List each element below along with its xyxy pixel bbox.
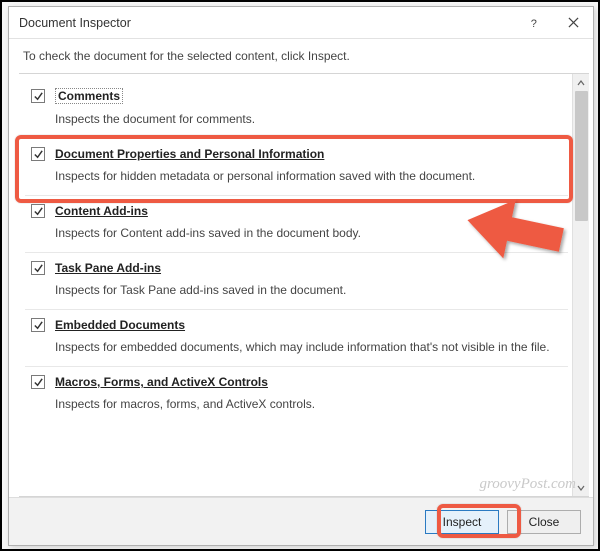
dialog-title: Document Inspector — [19, 16, 513, 30]
scroll-down-button[interactable] — [573, 479, 589, 496]
item-taskpane-addins: Task Pane Add-ins Inspects for Task Pane… — [25, 253, 568, 310]
item-content-addins: Content Add-ins Inspects for Content add… — [25, 196, 568, 253]
item-title: Macros, Forms, and ActiveX Controls — [55, 375, 268, 389]
item-desc: Inspects for hidden metadata or personal… — [55, 169, 562, 183]
document-inspector-dialog: Document Inspector ? To check the docume… — [8, 6, 594, 546]
close-window-button[interactable] — [553, 7, 593, 39]
titlebar: Document Inspector ? — [9, 7, 593, 39]
close-button[interactable]: Close — [507, 510, 581, 534]
item-doc-properties: Document Properties and Personal Informa… — [25, 139, 568, 196]
help-button[interactable]: ? — [513, 7, 553, 39]
item-comments: Comments Inspects the document for comme… — [25, 80, 568, 139]
inspect-button[interactable]: Inspect — [425, 510, 499, 534]
checkbox-doc-properties[interactable] — [31, 147, 45, 161]
checkbox-embedded-docs[interactable] — [31, 318, 45, 332]
item-macros: Macros, Forms, and ActiveX Controls Insp… — [25, 367, 568, 423]
svg-text:?: ? — [530, 18, 536, 28]
item-desc: Inspects for Content add-ins saved in th… — [55, 226, 562, 240]
scroll-up-button[interactable] — [573, 74, 589, 91]
item-title: Comments — [55, 88, 123, 104]
instruction-text: To check the document for the selected c… — [9, 39, 593, 73]
item-title: Content Add-ins — [55, 204, 148, 218]
vertical-scrollbar[interactable] — [572, 74, 589, 496]
item-embedded-docs: Embedded Documents Inspects for embedded… — [25, 310, 568, 367]
dialog-footer: Inspect Close — [9, 497, 593, 545]
item-desc: Inspects for Task Pane add-ins saved in … — [55, 283, 562, 297]
item-title: Document Properties and Personal Informa… — [55, 147, 324, 161]
inspection-list-panel: Comments Inspects the document for comme… — [19, 73, 589, 497]
item-desc: Inspects for embedded documents, which m… — [55, 340, 562, 354]
checkbox-macros[interactable] — [31, 375, 45, 389]
inspection-list: Comments Inspects the document for comme… — [19, 74, 572, 496]
scroll-thumb[interactable] — [575, 91, 588, 221]
item-desc: Inspects the document for comments. — [55, 112, 562, 126]
item-title: Task Pane Add-ins — [55, 261, 161, 275]
checkbox-comments[interactable] — [31, 89, 45, 103]
item-desc: Inspects for macros, forms, and ActiveX … — [55, 397, 562, 411]
checkbox-content-addins[interactable] — [31, 204, 45, 218]
item-title: Embedded Documents — [55, 318, 185, 332]
checkbox-taskpane-addins[interactable] — [31, 261, 45, 275]
